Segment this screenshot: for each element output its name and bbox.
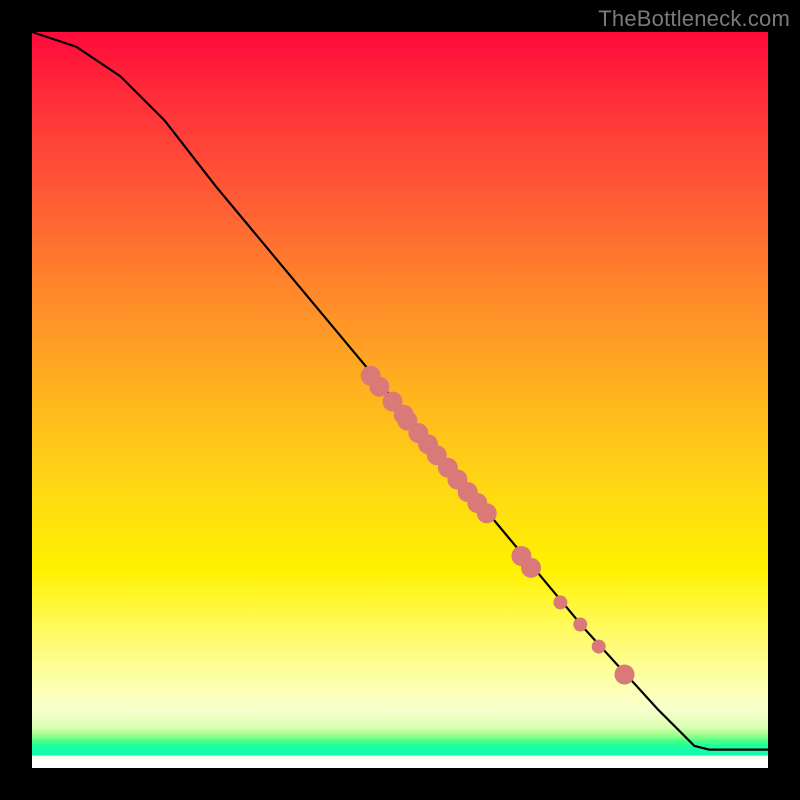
data-marker (553, 595, 567, 609)
chart-svg (32, 32, 768, 768)
chart-stage: TheBottleneck.com (0, 0, 800, 800)
data-marker (521, 558, 541, 578)
data-marker (477, 503, 497, 523)
bottleneck-curve (32, 32, 768, 750)
data-marker (592, 640, 606, 654)
data-marker (573, 618, 587, 632)
data-marker (615, 665, 635, 685)
plot-area (32, 32, 768, 768)
watermark-text: TheBottleneck.com (598, 6, 790, 32)
